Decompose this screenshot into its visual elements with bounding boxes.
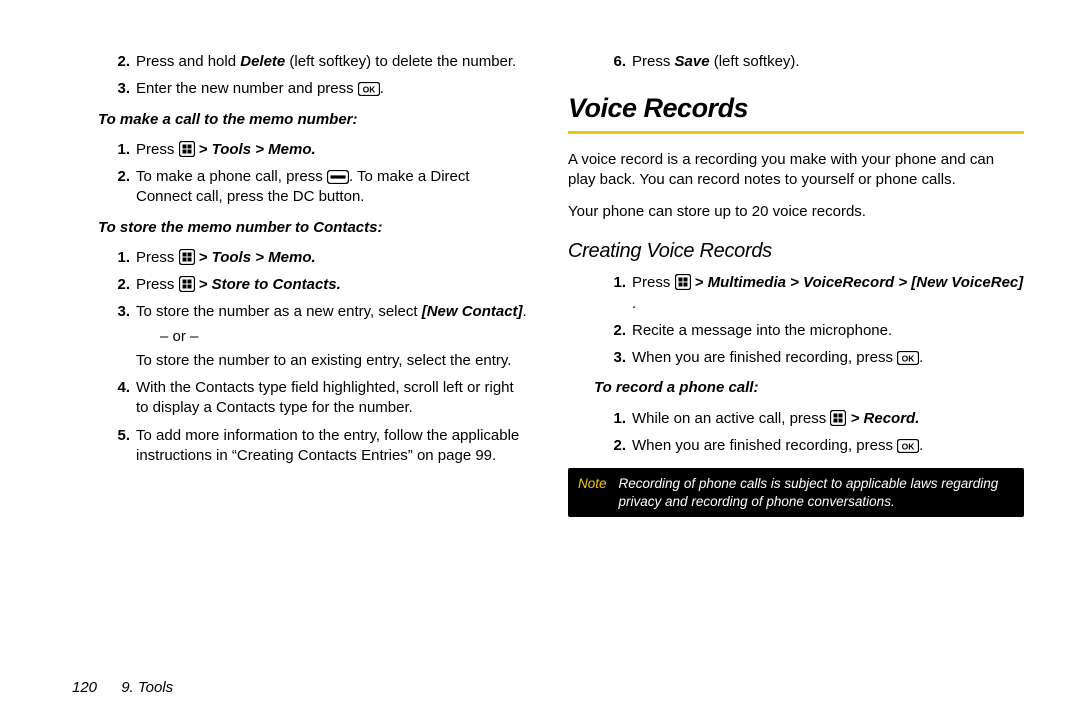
list-item: 2. Recite a message into the microphone.	[606, 321, 1024, 341]
menu-icon	[675, 274, 691, 290]
page-footer: 120 9. Tools	[72, 678, 173, 698]
ok-icon	[897, 439, 919, 453]
list-item: 4. With the Contacts type field highligh…	[110, 378, 528, 419]
note-text: Recording of phone calls is subject to a…	[619, 475, 1014, 510]
menu-icon	[179, 276, 195, 292]
subsection-heading: Creating Voice Records	[568, 238, 1024, 265]
list-item: 2. When you are finished recording, pres…	[606, 436, 1024, 456]
section-label: 9. Tools	[121, 679, 173, 696]
list-item: 2. To make a phone call, press . To make…	[110, 167, 528, 208]
left-column: 2. Press and hold Delete (left softkey) …	[72, 52, 528, 529]
note-label: Note	[578, 475, 607, 510]
divider	[568, 131, 1024, 134]
list-item: 1. Press > Multimedia > VoiceRecord > [N…	[606, 273, 1024, 314]
list-item: 2. Press > Store to Contacts.	[110, 275, 528, 295]
section-heading: Voice Records	[568, 90, 1024, 126]
subheading: To store the memo number to Contacts:	[98, 218, 528, 238]
note-box: Note Recording of phone calls is subject…	[568, 468, 1024, 517]
subheading: To make a call to the memo number:	[98, 110, 528, 130]
ok-icon	[897, 351, 919, 365]
list-item: 1. Press > Tools > Memo.	[110, 140, 528, 160]
list-item: 3. When you are finished recording, pres…	[606, 348, 1024, 368]
list-item: 3. To store the number as a new entry, s…	[110, 302, 528, 371]
menu-icon	[179, 141, 195, 157]
list-item: 1. Press > Tools > Memo.	[110, 248, 528, 268]
list-item: 3. Enter the new number and press .	[110, 79, 528, 99]
manual-page: 2. Press and hold Delete (left softkey) …	[0, 0, 1080, 720]
list-item: 2. Press and hold Delete (left softkey) …	[110, 52, 528, 72]
menu-icon	[179, 249, 195, 265]
page-number: 120	[72, 679, 97, 696]
list-item: 1. While on an active call, press > Reco…	[606, 409, 1024, 429]
paragraph: Your phone can store up to 20 voice reco…	[568, 202, 1024, 222]
list-item: 5. To add more information to the entry,…	[110, 426, 528, 467]
menu-icon	[830, 410, 846, 426]
ok-icon	[358, 82, 380, 96]
subheading: To record a phone call:	[594, 378, 1024, 398]
paragraph: A voice record is a recording you make w…	[568, 150, 1024, 191]
bar-icon	[327, 170, 349, 184]
right-column: 6. Press Save (left softkey). Voice Reco…	[568, 52, 1024, 529]
list-item: 6. Press Save (left softkey).	[606, 52, 1024, 72]
